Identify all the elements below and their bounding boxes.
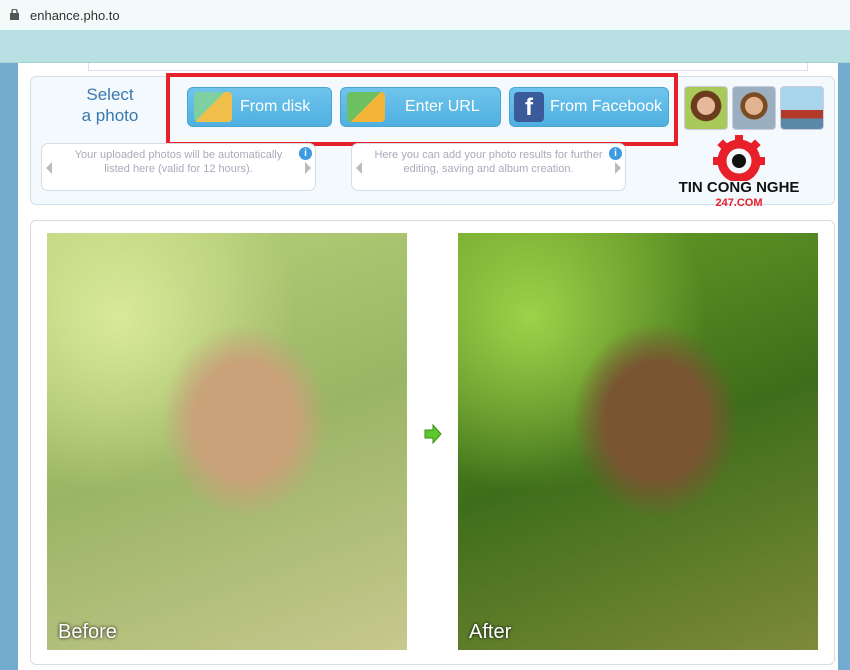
- info-icon[interactable]: i: [299, 147, 312, 160]
- arrow-right-icon: [424, 424, 442, 444]
- select-photo-label: Select a photo: [70, 84, 150, 126]
- right-background: [838, 63, 850, 670]
- site-header-band: [0, 30, 850, 63]
- watermark-logo: TIN CONG NGHE 247.COM: [655, 135, 823, 210]
- before-label: Before: [58, 621, 117, 643]
- results-carousel: Here you can add your photo results for …: [351, 143, 626, 191]
- address-bar[interactable]: enhance.pho.to: [0, 0, 850, 30]
- prev-arrow-icon[interactable]: [356, 162, 362, 174]
- url-text: enhance.pho.to: [30, 8, 120, 23]
- prev-arrow-icon[interactable]: [46, 162, 52, 174]
- uploaded-photos-carousel: Your uploaded photos will be automatical…: [41, 143, 316, 191]
- select-line1: Select: [86, 85, 134, 104]
- select-line2: a photo: [81, 106, 139, 125]
- sample-man-thumbnail[interactable]: [732, 86, 776, 130]
- results-info-text: Here you can add your photo results for …: [374, 149, 603, 175]
- lock-icon: [10, 9, 19, 20]
- after-image: After: [458, 233, 818, 650]
- highlight-box: [166, 73, 678, 146]
- sample-boat-thumbnail[interactable]: [780, 86, 824, 130]
- watermark-line2: 247.COM: [715, 197, 763, 209]
- info-icon[interactable]: i: [609, 147, 622, 160]
- watermark-line1: TIN CONG NGHE: [678, 179, 800, 196]
- uploaded-info-text: Your uploaded photos will be automatical…: [74, 149, 283, 175]
- top-box-edge: [88, 63, 808, 71]
- left-background: [0, 63, 18, 670]
- sample-woman-thumbnail[interactable]: [684, 86, 728, 130]
- before-image: Before: [47, 233, 407, 650]
- after-label: After: [469, 621, 512, 643]
- next-arrow-icon[interactable]: [305, 162, 311, 174]
- gear-icon: [713, 135, 765, 181]
- next-arrow-icon[interactable]: [615, 162, 621, 174]
